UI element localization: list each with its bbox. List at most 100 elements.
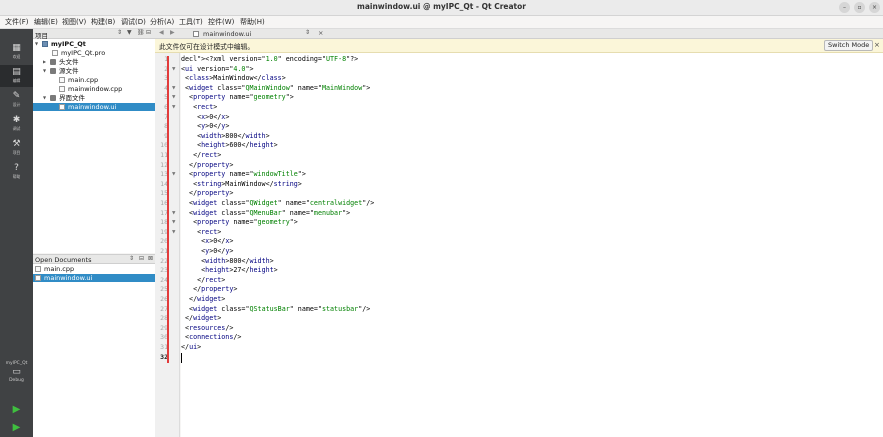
menu-help[interactable]: 帮助(H) [240, 17, 265, 27]
split-icon[interactable]: ⊟ [139, 255, 144, 262]
code-line: <property name="geometry"> [181, 93, 294, 102]
mode-debug[interactable]: ✱ 调试 [0, 113, 33, 135]
fold-marker-icon[interactable]: ▼ [172, 170, 175, 180]
fold-marker-icon[interactable]: ▼ [172, 65, 175, 75]
open-documents-header: Open Documents ⇕ ⊟ ⊠ [33, 254, 155, 264]
ui-file-icon [59, 104, 65, 110]
mode-projects[interactable]: ⚒ 项目 [0, 137, 33, 159]
code-line: </widget> [181, 295, 226, 303]
code-line: <resources/> [181, 323, 234, 332]
code-line: <height>600</height> [181, 141, 278, 150]
tree-item-label: mainwindow.ui [68, 103, 117, 111]
window-title: mainwindow.ui @ myIPC_Qt - Qt Creator [357, 2, 526, 11]
cpp-file-icon [35, 266, 41, 272]
menu-bar: 文件(F) 编辑(E) 视图(V) 构建(B) 调试(D) 分析(A) 工具(T… [0, 16, 883, 29]
menu-edit[interactable]: 编辑(E) [34, 17, 58, 27]
kit-config-label: Debug [9, 378, 24, 383]
info-bar: 此文件仅可在设计模式中编辑。 Switch Mode × [155, 39, 883, 53]
minimize-button[interactable]: – [839, 2, 850, 13]
fold-marker-icon[interactable]: ▼ [172, 209, 175, 219]
code-line: <widget class="QMenuBar" name="menubar"> [181, 208, 351, 217]
code-line: <width>800</width> [181, 256, 274, 265]
open-documents-title: Open Documents [35, 256, 92, 264]
close-document-icon[interactable]: × [318, 29, 323, 37]
fold-marker-icon[interactable]: ▼ [172, 93, 175, 103]
menu-build[interactable]: 构建(B) [91, 17, 115, 27]
qt-creator-window: mainwindow.ui @ myIPC_Qt - Qt Creator – … [0, 0, 883, 437]
code-line: </ui> [181, 343, 202, 351]
wrench-icon: ⚒ [12, 139, 21, 149]
code-line: decl"><?xml version="1.0" encoding="UTF-… [181, 55, 359, 63]
code-line: <widget class="QStatusBar" name="statusb… [181, 304, 371, 313]
run-button[interactable]: ▶ [0, 402, 33, 416]
open-doc-main-cpp[interactable]: main.cpp [33, 265, 155, 273]
switch-mode-button[interactable]: Switch Mode [824, 40, 874, 51]
folder-icon [50, 68, 56, 74]
changed-lines-marker [167, 56, 169, 363]
mode-help[interactable]: ? 帮助 [0, 161, 33, 183]
fold-marker-icon[interactable]: ▼ [172, 84, 175, 94]
menu-file[interactable]: 文件(F) [5, 17, 29, 27]
fold-marker-icon[interactable]: ▼ [172, 103, 175, 113]
code-line: <x>0</x> [181, 112, 230, 121]
pane-sort-icon[interactable]: ⇕ [129, 255, 134, 262]
tree-item-label: myIPC_Qt [51, 40, 86, 48]
code-line: <x>0</x> [181, 237, 234, 246]
tree-item-mainwindow-cpp[interactable]: mainwindow.cpp [33, 85, 155, 93]
code-line: <connections/> [181, 333, 242, 342]
mode-edit[interactable]: ▤ 编辑 [0, 65, 33, 87]
tree-item-mainwindow-ui[interactable]: mainwindow.ui [33, 103, 155, 111]
mode-welcome-label: 欢迎 [12, 54, 21, 59]
fold-marker-icon[interactable]: ▼ [172, 218, 175, 228]
pane-sort-icon[interactable]: ⇕ [117, 29, 122, 36]
tree-item-main-cpp[interactable]: main.cpp [33, 76, 155, 84]
open-doc-label: mainwindow.ui [44, 274, 93, 282]
expand-arrow-icon[interactable]: ▼ [35, 40, 38, 48]
menu-analyze[interactable]: 分析(A) [150, 17, 174, 27]
kit-project-label: myIPC_Qt [5, 361, 28, 366]
link-icon[interactable]: ⛓ [137, 29, 145, 36]
tree-item-sources[interactable]: ▼ 源文件 [33, 67, 155, 75]
document-dropdown-icon[interactable]: ⇕ [305, 29, 310, 36]
menu-widgets[interactable]: 控件(W) [208, 17, 234, 27]
filter-icon[interactable]: ▼ [127, 29, 132, 36]
menu-view[interactable]: 视图(V) [62, 17, 86, 27]
tree-item-project[interactable]: ▼ myIPC_Qt [33, 40, 155, 48]
code-line: </property> [181, 160, 234, 169]
play-icon: ▶ [12, 404, 21, 415]
mode-help-label: 帮助 [12, 174, 21, 179]
code-line: <ui version="4.0"> [181, 64, 254, 73]
tree-item-forms[interactable]: ▼ 界面文件 [33, 94, 155, 102]
projects-pane-header: 项目 ⇕ ▼ ⛓ ⊟ [33, 29, 155, 40]
document-selector[interactable]: mainwindow.ui [203, 30, 251, 38]
mode-welcome[interactable]: ▦ 欢迎 [0, 41, 33, 63]
menu-debug[interactable]: 调试(D) [121, 17, 146, 27]
open-doc-mainwindow-ui[interactable]: mainwindow.ui [33, 274, 155, 282]
code-editor[interactable]: decl"><?xml version="1.0" encoding="UTF-… [181, 53, 883, 437]
mode-projects-label: 项目 [12, 150, 21, 155]
code-line: <string>MainWindow</string> [181, 179, 302, 188]
collapsed-arrow-icon[interactable]: ▶ [43, 58, 46, 66]
mode-debug-label: 调试 [12, 126, 21, 131]
folder-icon [50, 59, 56, 65]
expand-arrow-icon[interactable]: ▼ [43, 67, 46, 75]
split-icon[interactable]: ⊟ [146, 29, 151, 36]
mode-design[interactable]: ✎ 设计 [0, 89, 33, 111]
code-line: <rect> [181, 103, 218, 111]
project-tree: ▼ myIPC_Qt myIPC_Qt.pro ▶ 头文件 ▼ 源文件 main… [33, 39, 155, 253]
editor-toolbar: ◀ ▶ mainwindow.ui ⇕ × [155, 29, 883, 39]
forward-arrow-icon[interactable]: ▶ [170, 29, 175, 36]
fold-marker-icon[interactable]: ▼ [172, 228, 175, 238]
back-arrow-icon[interactable]: ◀ [159, 29, 164, 36]
debug-run-button[interactable]: ▶ [0, 420, 33, 434]
close-icon[interactable]: × [874, 41, 880, 49]
kit-selector[interactable]: myIPC_Qt ▭ Debug [0, 361, 33, 397]
tree-item-headers[interactable]: ▶ 头文件 [33, 58, 155, 66]
close-window-button[interactable]: × [869, 2, 880, 13]
tree-item-pro[interactable]: myIPC_Qt.pro [33, 49, 155, 57]
close-pane-icon[interactable]: ⊠ [148, 255, 153, 262]
maximize-button[interactable]: ▫ [854, 2, 865, 13]
mode-edit-label: 编辑 [12, 78, 21, 83]
expand-arrow-icon[interactable]: ▼ [43, 94, 46, 102]
menu-tools[interactable]: 工具(T) [179, 17, 203, 27]
